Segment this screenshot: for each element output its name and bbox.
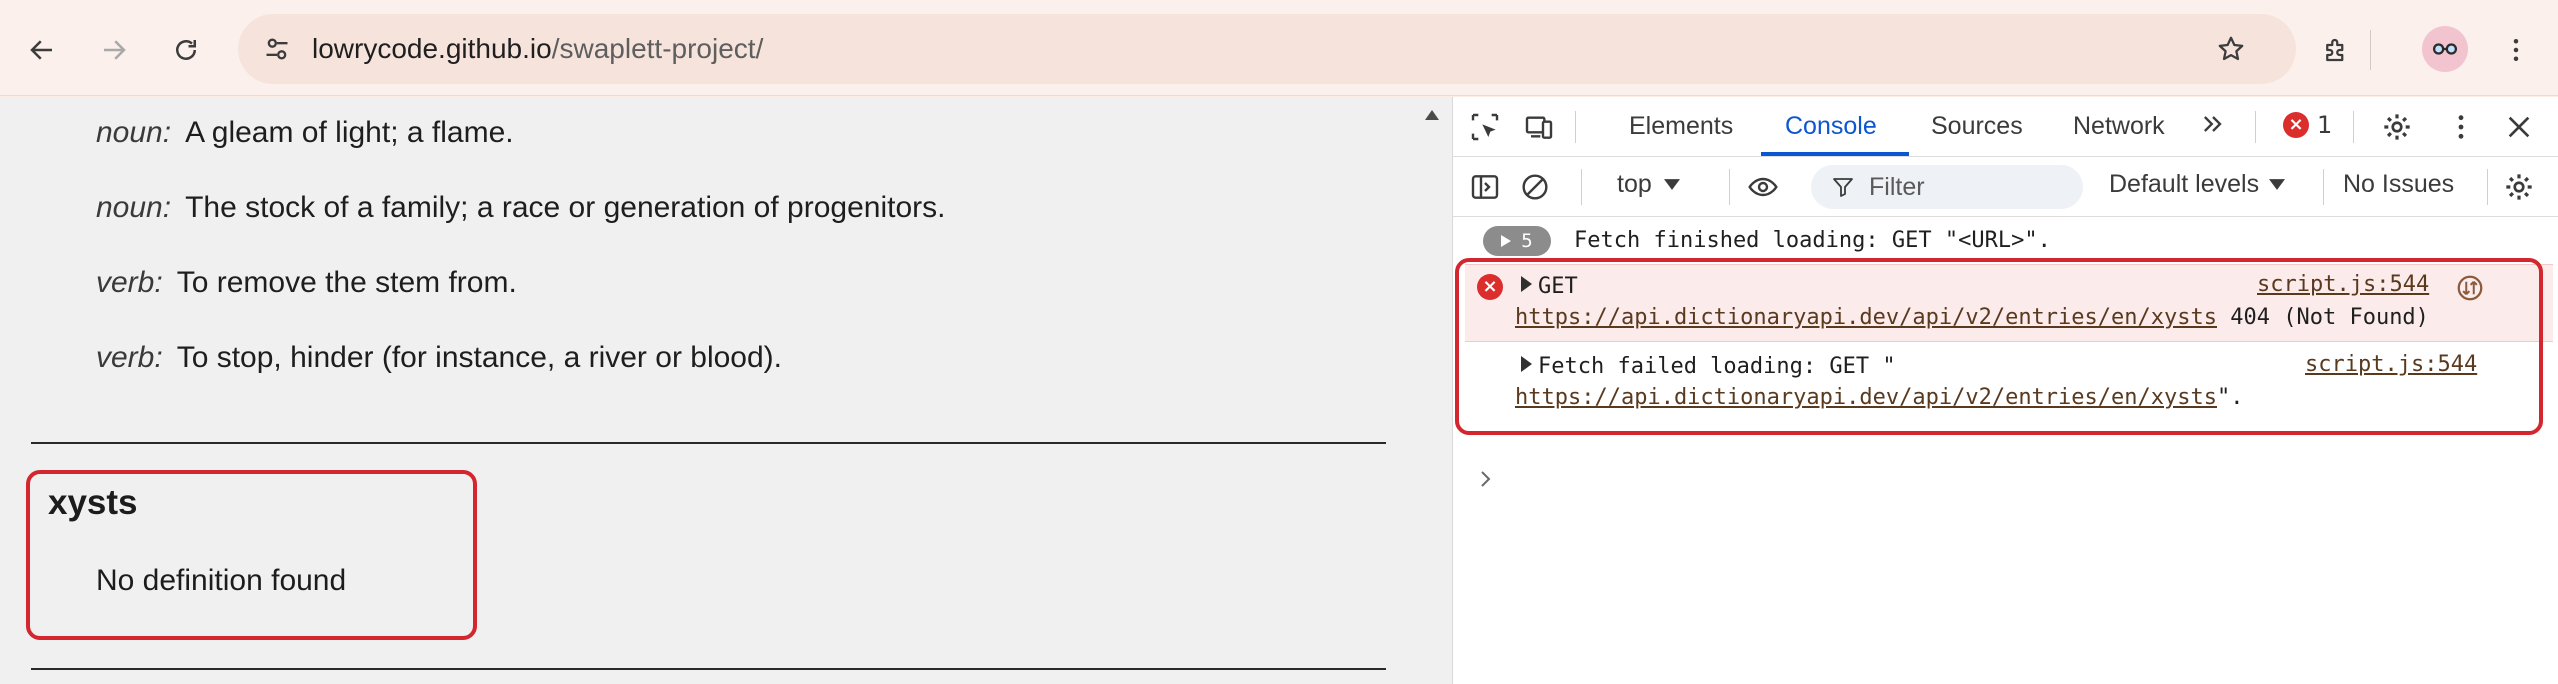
page-content: noun: A gleam of light; a flame. noun: The… — [0, 97, 1452, 684]
gear-icon — [2506, 174, 2532, 200]
word-heading: xysts — [48, 483, 138, 522]
context-value: top — [1617, 170, 1652, 198]
device-toolbar-button[interactable] — [1521, 109, 1557, 145]
tab-separator — [1575, 111, 1576, 143]
star-icon — [2218, 36, 2244, 61]
dropdown-arrow-icon — [2269, 179, 2286, 190]
tab-separator — [2353, 111, 2354, 143]
device-mode-icon — [1525, 116, 1553, 139]
sidebar-toggle-icon — [1471, 175, 1499, 199]
eye-icon — [1748, 177, 1778, 197]
tab-console[interactable]: Console — [1785, 110, 1877, 142]
bookmark-button[interactable] — [2210, 28, 2252, 70]
dropdown-arrow-icon — [1663, 179, 1680, 190]
gear-icon — [2384, 114, 2410, 140]
triangle-up-icon — [1425, 110, 1439, 120]
definition-text: To stop, hinder (for instance, a river o… — [176, 341, 782, 374]
reload-icon — [176, 40, 196, 60]
console-prompt[interactable] — [1481, 468, 1491, 493]
issues-button[interactable]: No Issues — [2343, 170, 2454, 199]
definition-text: The stock of a family; a race or generat… — [185, 191, 946, 224]
more-vert-icon — [2513, 39, 2519, 61]
extensions-button[interactable] — [2310, 24, 2362, 76]
tab-sources[interactable]: Sources — [1931, 110, 2023, 142]
devtools-panel: Elements Console Sources Network × 1 top… — [1452, 97, 2558, 684]
definition-item: noun: The stock of a family; a race or ge… — [96, 188, 945, 228]
inspect-element-button[interactable] — [1467, 109, 1503, 145]
browser-toolbar: lowrycode.github.io/swaplett-project/ — [0, 0, 2558, 96]
close-devtools-button[interactable] — [2501, 109, 2537, 145]
devtools-settings-button[interactable] — [2379, 109, 2415, 145]
more-tabs-button[interactable] — [2199, 110, 2227, 146]
definition-text: A gleam of light; a flame. — [185, 116, 514, 149]
part-of-speech: noun: — [96, 191, 172, 224]
console-message[interactable]: Fetch finished loading: GET "<URL>". — [1574, 226, 2051, 256]
browser-menu-button[interactable] — [2490, 24, 2542, 76]
console-output: 5 Fetch finished loading: GET "<URL>". ×… — [1453, 218, 2558, 684]
puzzle-icon — [2326, 38, 2344, 62]
highlight-box — [1455, 258, 2543, 435]
log-levels-dropdown[interactable]: Default levels — [2109, 170, 2286, 199]
chevron-right-icon — [1481, 471, 1491, 487]
url-text[interactable]: lowrycode.github.io/swaplett-project/ — [312, 31, 763, 67]
forward-arrow-icon — [104, 40, 126, 60]
block-icon — [1522, 174, 1548, 200]
show-sidebar-button[interactable] — [1467, 169, 1503, 205]
tune-icon — [266, 38, 288, 60]
url-path: /swaplett-project/ — [551, 33, 764, 64]
clear-console-button[interactable] — [1517, 169, 1553, 205]
glasses-avatar-icon — [2432, 43, 2458, 55]
back-arrow-icon — [30, 40, 52, 60]
active-tab-indicator — [1761, 152, 1909, 156]
definition-item: verb: To remove the stem from. — [96, 263, 517, 303]
filter-input[interactable] — [1869, 172, 2059, 202]
console-settings-button[interactable] — [2501, 169, 2537, 205]
part-of-speech: noun: — [96, 116, 172, 149]
toolbar-separator — [1581, 169, 1582, 205]
no-definition-text: No definition found — [96, 564, 347, 597]
section-divider — [31, 668, 1386, 670]
section-divider — [31, 442, 1386, 444]
tab-separator — [2255, 111, 2256, 143]
console-toolbar: top Default levels No Issues — [1453, 157, 2558, 217]
more-vert-icon — [2458, 115, 2464, 139]
levels-label: Default levels — [2109, 170, 2260, 198]
toolbar-separator — [2487, 169, 2488, 205]
filter-icon — [1833, 178, 1853, 197]
address-bar[interactable]: lowrycode.github.io/swaplett-project/ — [238, 14, 2296, 84]
context-selector[interactable]: top — [1617, 170, 1680, 199]
definition-item: noun: A gleam of light; a flame. — [96, 113, 514, 153]
reload-button[interactable] — [160, 24, 212, 76]
repeat-count: 5 — [1521, 230, 1533, 252]
back-button[interactable] — [16, 24, 68, 76]
devtools-tab-bar: Elements Console Sources Network × 1 — [1453, 97, 2558, 157]
console-filter[interactable] — [1811, 165, 2083, 209]
profile-avatar[interactable] — [2422, 26, 2468, 72]
error-count: 1 — [2317, 111, 2333, 139]
live-expression-button[interactable] — [1743, 169, 1783, 205]
part-of-speech: verb: — [96, 341, 163, 374]
definition-text: To remove the stem from. — [176, 266, 517, 299]
part-of-speech: verb: — [96, 266, 163, 299]
double-chevron-right-icon — [2204, 116, 2222, 132]
expand-triangle-icon — [1501, 235, 1512, 247]
url-host: lowrycode.github.io — [312, 33, 552, 64]
tab-network[interactable]: Network — [2073, 110, 2165, 142]
close-icon — [2508, 116, 2530, 138]
scrollbar-up-arrow[interactable] — [1420, 103, 1444, 127]
tab-elements[interactable]: Elements — [1629, 110, 1733, 142]
toolbar-separator — [1729, 169, 1730, 205]
toolbar-divider — [2370, 30, 2371, 70]
site-info-button[interactable] — [256, 28, 298, 70]
error-count-badge[interactable]: × 1 — [2283, 111, 2332, 139]
toolbar-separator — [2323, 169, 2324, 205]
devtools-menu-button[interactable] — [2443, 109, 2479, 145]
forward-button[interactable] — [88, 24, 140, 76]
repeat-count-badge[interactable]: 5 — [1483, 226, 1551, 256]
error-x-icon: × — [2283, 112, 2309, 138]
select-element-icon — [1471, 113, 1499, 141]
definition-item: verb: To stop, hinder (for instance, a ri… — [96, 338, 782, 378]
